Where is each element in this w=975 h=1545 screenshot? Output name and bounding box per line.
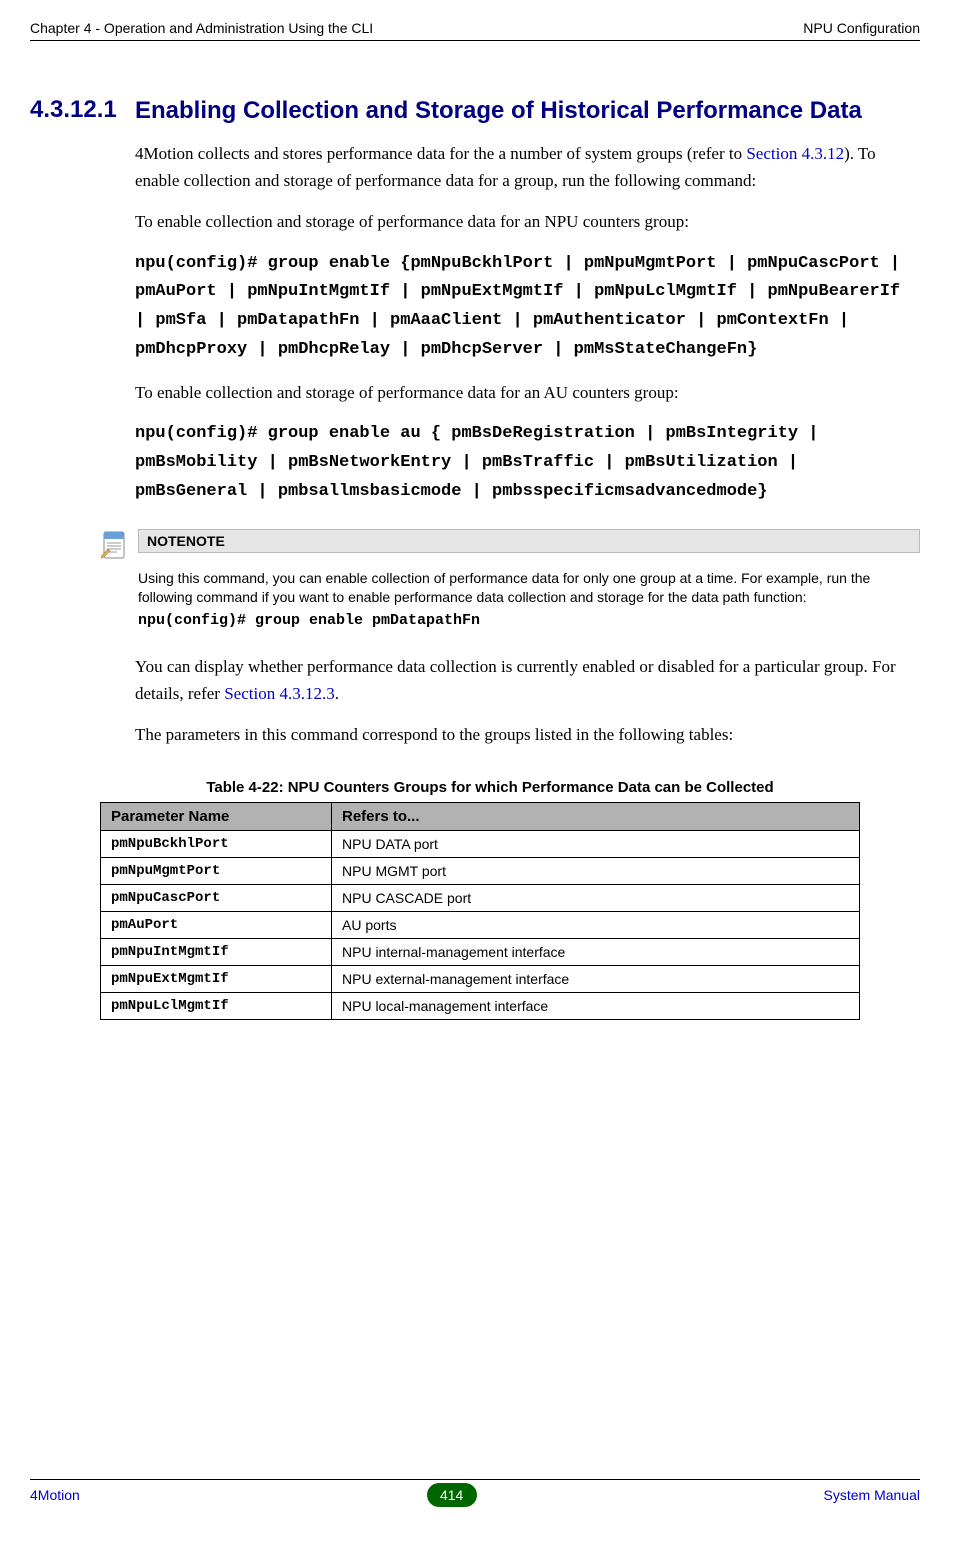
- desc-cell: NPU internal-management interface: [332, 938, 860, 965]
- note-row: NOTENOTE: [100, 529, 920, 563]
- header-left: Chapter 4 - Operation and Administration…: [30, 20, 373, 36]
- param-cell: pmNpuIntMgmtIf: [101, 938, 332, 965]
- desc-cell: NPU external-management interface: [332, 965, 860, 992]
- paragraph-1: 4Motion collects and stores performance …: [135, 140, 920, 194]
- table-row: pmNpuLclMgmtIfNPU local-management inter…: [101, 992, 860, 1019]
- para4-link[interactable]: Section 4.3.12.3: [224, 684, 335, 703]
- table-row: pmNpuCascPortNPU CASCADE port: [101, 884, 860, 911]
- note-body: Using this command, you can enable colle…: [138, 569, 920, 631]
- footer-right[interactable]: System Manual: [824, 1487, 920, 1503]
- note-label: NOTENOTE: [138, 529, 920, 553]
- note-icon: [100, 529, 130, 563]
- param-cell: pmNpuLclMgmtIf: [101, 992, 332, 1019]
- table-header-1: Parameter Name: [101, 802, 332, 830]
- note-text: Using this command, you can enable colle…: [138, 569, 900, 607]
- page-footer: 4Motion 414 System Manual: [30, 1479, 920, 1507]
- note-code: npu(config)# group enable pmDatapathFn: [138, 611, 900, 631]
- para1-text-a: 4Motion collects and stores performance …: [135, 144, 746, 163]
- paragraph-2: To enable collection and storage of perf…: [135, 208, 920, 235]
- desc-cell: AU ports: [332, 911, 860, 938]
- table-header-2: Refers to...: [332, 802, 860, 830]
- para4-text-b: .: [335, 684, 339, 703]
- desc-cell: NPU DATA port: [332, 830, 860, 857]
- code-block-1: npu(config)# group enable {pmNpuBckhlPor…: [135, 250, 920, 366]
- param-cell: pmNpuMgmtPort: [101, 857, 332, 884]
- param-cell: pmAuPort: [101, 911, 332, 938]
- paragraph-5: The parameters in this command correspon…: [135, 721, 920, 748]
- desc-cell: NPU local-management interface: [332, 992, 860, 1019]
- page-header: Chapter 4 - Operation and Administration…: [30, 20, 920, 41]
- paragraph-4: You can display whether performance data…: [135, 653, 920, 707]
- table-row: pmNpuBckhlPortNPU DATA port: [101, 830, 860, 857]
- param-cell: pmNpuCascPort: [101, 884, 332, 911]
- table-row: pmNpuIntMgmtIfNPU internal-management in…: [101, 938, 860, 965]
- paragraph-3: To enable collection and storage of perf…: [135, 379, 920, 406]
- table-row: pmNpuMgmtPortNPU MGMT port: [101, 857, 860, 884]
- parameters-table: Parameter Name Refers to... pmNpuBckhlPo…: [100, 802, 860, 1020]
- section-title: Enabling Collection and Storage of Histo…: [135, 96, 862, 126]
- page-number-badge: 414: [427, 1483, 477, 1507]
- section-heading: 4.3.12.1 Enabling Collection and Storage…: [30, 96, 920, 126]
- para1-link[interactable]: Section 4.3.12: [746, 144, 844, 163]
- code-block-2: npu(config)# group enable au { pmBsDeReg…: [135, 420, 920, 507]
- header-right: NPU Configuration: [803, 20, 920, 36]
- param-cell: pmNpuExtMgmtIf: [101, 965, 332, 992]
- desc-cell: NPU CASCADE port: [332, 884, 860, 911]
- param-cell: pmNpuBckhlPort: [101, 830, 332, 857]
- table-caption: Table 4-22: NPU Counters Groups for whic…: [100, 779, 920, 796]
- footer-left[interactable]: 4Motion: [30, 1487, 80, 1503]
- table-row: pmNpuExtMgmtIfNPU external-management in…: [101, 965, 860, 992]
- desc-cell: NPU MGMT port: [332, 857, 860, 884]
- section-number: 4.3.12.1: [30, 96, 135, 124]
- table-header-row: Parameter Name Refers to...: [101, 802, 860, 830]
- table-row: pmAuPortAU ports: [101, 911, 860, 938]
